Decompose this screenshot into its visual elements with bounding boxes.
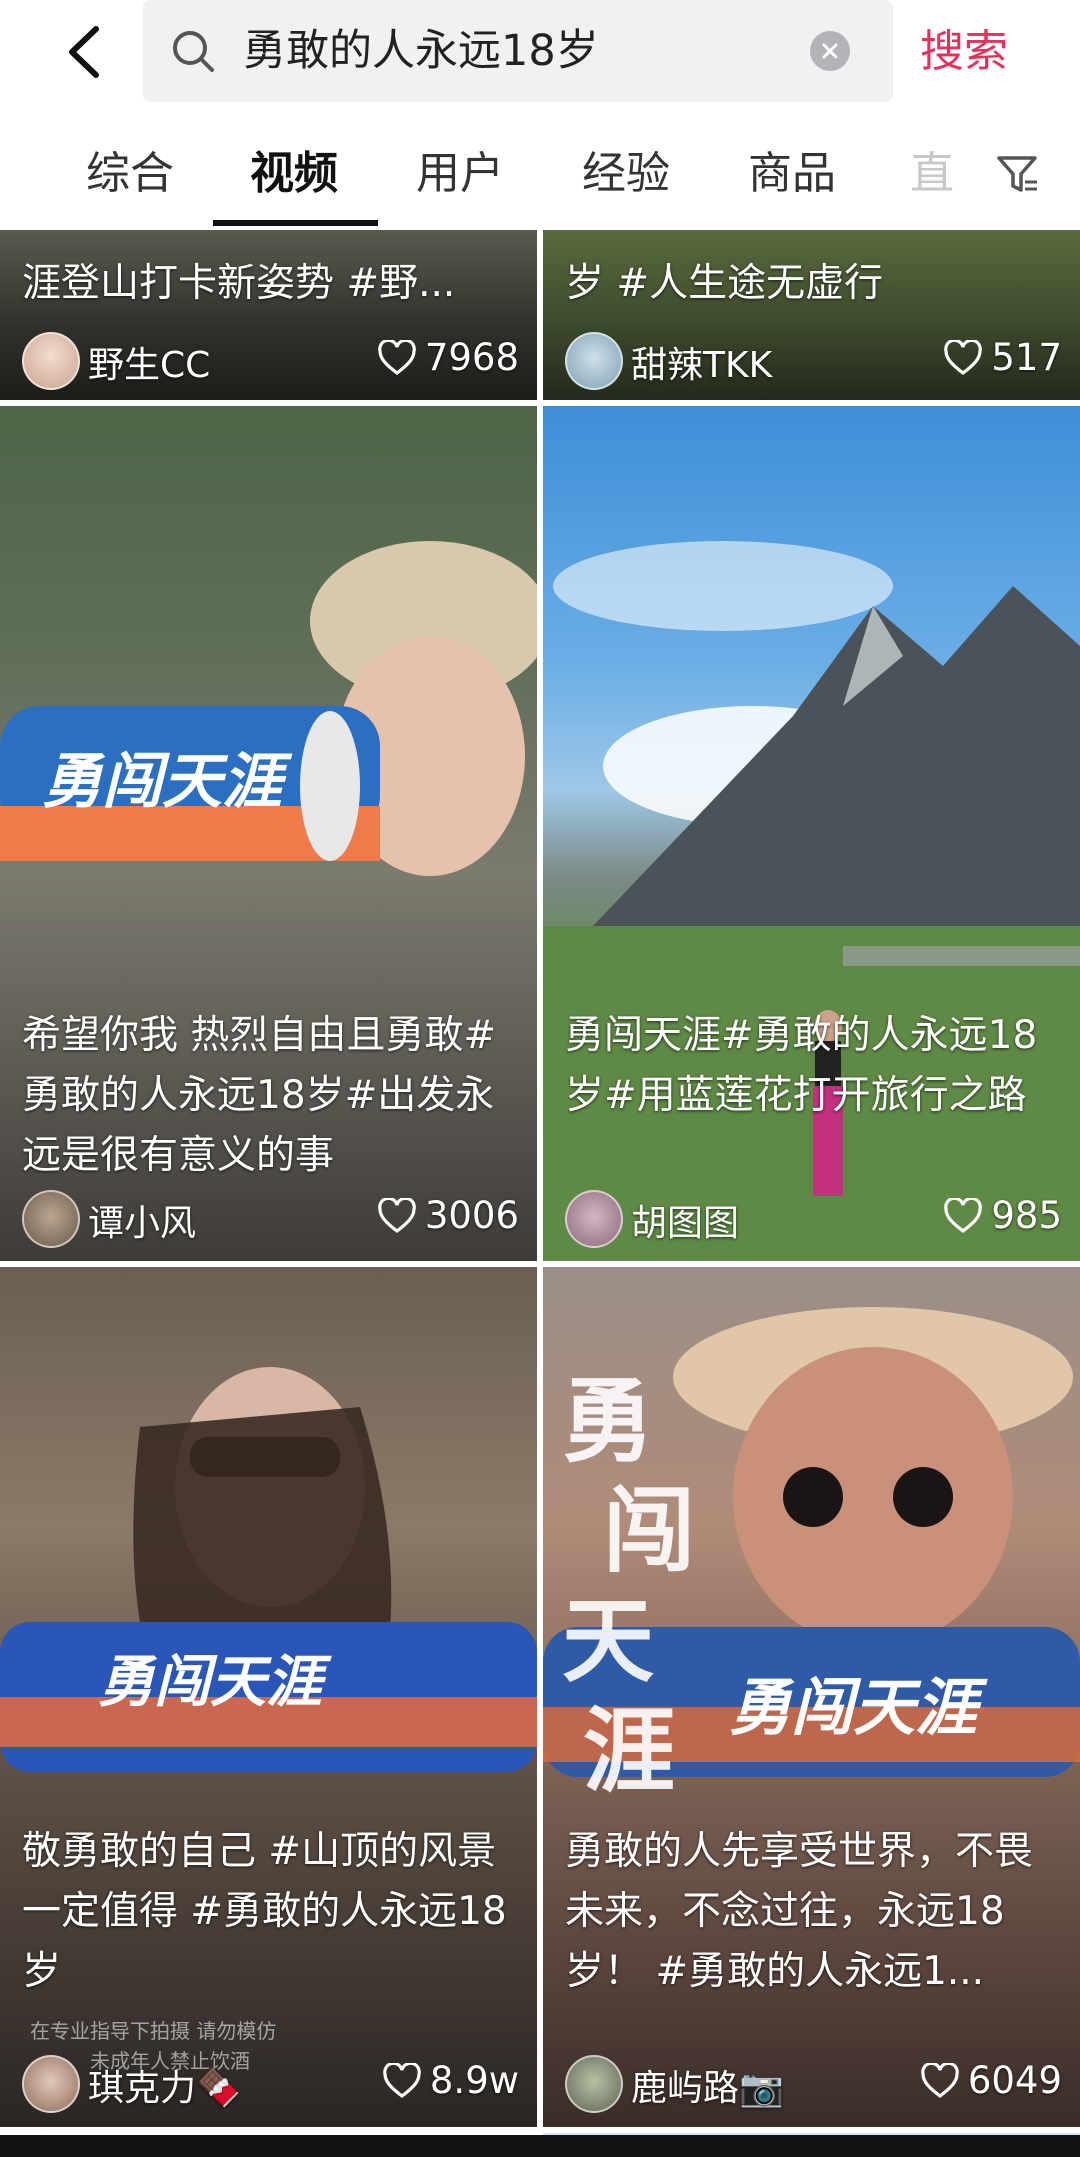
video-card[interactable]: 岁 #人生途无虚行 甜辣TKK 517 <box>543 230 1080 400</box>
filter-icon[interactable] <box>995 152 1039 196</box>
video-meta: 琪克力🍫 8.9w <box>22 2053 519 2113</box>
search-button[interactable]: 搜索 <box>920 22 1008 82</box>
avatar[interactable] <box>22 332 80 390</box>
like-count-value: 7968 <box>424 336 519 379</box>
author-name[interactable]: 鹿屿路📷 <box>631 2059 784 2111</box>
video-meta: 野生CC 7968 <box>22 330 519 390</box>
video-card[interactable]: 勇闯天涯#勇敢的人永远18岁#用蓝莲花打开旅行之路 胡图图 985 <box>543 406 1080 1261</box>
video-meta: 鹿屿路📷 6049 <box>565 2053 1062 2113</box>
search-query[interactable]: 勇敢的人永远18岁 <box>243 22 599 80</box>
search-icon <box>173 31 214 72</box>
like-count-value: 8.9w <box>429 2059 519 2102</box>
search-input[interactable]: 勇敢的人永远18岁 <box>143 0 893 102</box>
avatar[interactable] <box>22 1190 80 1248</box>
tab-users[interactable]: 用户 <box>416 146 504 202</box>
active-tab-indicator <box>213 220 378 226</box>
like-count[interactable]: 3006 <box>377 1194 519 1237</box>
like-count[interactable]: 7968 <box>377 336 519 379</box>
like-count-value: 3006 <box>424 1194 519 1237</box>
video-caption: 岁 #人生途无虚行 <box>565 261 884 306</box>
video-caption: 勇敢的人先享受世界，不畏未来，不念过往，永远18岁！ #勇敢的人永远1... <box>565 1829 1034 1994</box>
like-count[interactable]: 6049 <box>920 2059 1062 2102</box>
avatar[interactable] <box>22 2055 80 2113</box>
bottom-edge-bar <box>0 2135 1080 2157</box>
video-meta: 谭小风 3006 <box>22 1188 519 1248</box>
video-card[interactable]: 勇闯天涯 希望你我 热烈自由且勇敢#勇敢的人永远18岁#出发永远是很有意义的事 … <box>0 406 537 1261</box>
tab-experience[interactable]: 经验 <box>582 146 670 202</box>
like-count-value: 985 <box>991 1194 1062 1237</box>
author-name[interactable]: 胡图图 <box>631 1194 739 1246</box>
video-caption: 勇闯天涯#勇敢的人永远18岁#用蓝莲花打开旅行之路 <box>565 1013 1038 1118</box>
video-caption: 敬勇敢的自己 #山顶的风景一定值得 #勇敢的人永远18岁 <box>22 1829 507 1994</box>
video-thumbnail <box>543 541 1080 1261</box>
video-card[interactable]: 勇 闯 天 涯 勇闯天涯 勇敢的人先享受世界，不畏未来，不念过往，永远18岁！ … <box>543 1267 1080 2127</box>
close-icon <box>822 43 838 59</box>
author-name[interactable]: 甜辣TKK <box>631 336 772 388</box>
chevron-left-icon <box>69 26 99 78</box>
safety-watermark: 在专业指导下拍摄 请勿模仿 <box>30 2019 277 2043</box>
heart-icon <box>944 339 983 375</box>
avatar[interactable] <box>565 2055 623 2113</box>
clear-search-button[interactable] <box>810 31 850 71</box>
video-caption: 希望你我 热烈自由且勇敢#勇敢的人永远18岁#出发永远是很有意义的事 <box>22 1013 497 1178</box>
heart-icon <box>944 1197 983 1233</box>
tab-live[interactable]: 直 <box>910 146 954 202</box>
vertical-char: 涯 <box>583 1698 676 1805</box>
search-header: 勇敢的人永远18岁 搜索 <box>0 0 1080 110</box>
vertical-char: 闯 <box>603 1478 696 1585</box>
video-caption: 涯登山打卡新姿势 #野... <box>22 261 456 306</box>
like-count-value: 6049 <box>967 2059 1062 2102</box>
heart-icon <box>921 2062 959 2098</box>
tab-products[interactable]: 商品 <box>748 146 836 202</box>
vertical-char: 天 <box>561 1588 654 1695</box>
tab-video[interactable]: 视频 <box>250 146 338 202</box>
like-count[interactable]: 517 <box>943 336 1062 379</box>
like-count-value: 517 <box>991 336 1062 379</box>
video-card[interactable]: 勇闯天涯 敬勇敢的自己 #山顶的风景一定值得 #勇敢的人永远18岁 在专业指导下… <box>0 1267 537 2127</box>
like-count[interactable]: 8.9w <box>382 2059 519 2102</box>
heart-icon <box>378 339 416 375</box>
heart-icon <box>378 1197 416 1233</box>
video-meta: 甜辣TKK 517 <box>565 330 1062 390</box>
avatar[interactable] <box>565 332 623 390</box>
video-meta: 胡图图 985 <box>565 1188 1062 1248</box>
can-label-text: 勇闯天涯 <box>42 746 282 817</box>
video-card[interactable]: 涯登山打卡新姿势 #野... 野生CC 7968 <box>0 230 537 400</box>
tab-comprehensive[interactable]: 综合 <box>86 146 174 202</box>
video-results-grid: 涯登山打卡新姿势 #野... 野生CC 7968 岁 #人生途无虚行 甜辣TKK… <box>0 230 1080 2157</box>
search-tabs: 综合 视频 用户 经验 商品 直 <box>0 118 1080 228</box>
author-name[interactable]: 野生CC <box>88 336 210 388</box>
vertical-overlay-text: 勇 闯 天 涯 <box>543 1367 696 1807</box>
author-name[interactable]: 琪克力🍫 <box>88 2059 241 2111</box>
can-label-text: 勇闯天涯 <box>98 1649 322 1715</box>
vertical-char: 勇 <box>561 1368 654 1475</box>
back-button[interactable] <box>58 22 108 82</box>
like-count[interactable]: 985 <box>943 1194 1062 1237</box>
author-name[interactable]: 谭小风 <box>88 1194 196 1246</box>
heart-icon <box>383 2062 421 2098</box>
avatar[interactable] <box>565 1190 623 1248</box>
can-label-text: 勇闯天涯 <box>728 1671 977 1744</box>
